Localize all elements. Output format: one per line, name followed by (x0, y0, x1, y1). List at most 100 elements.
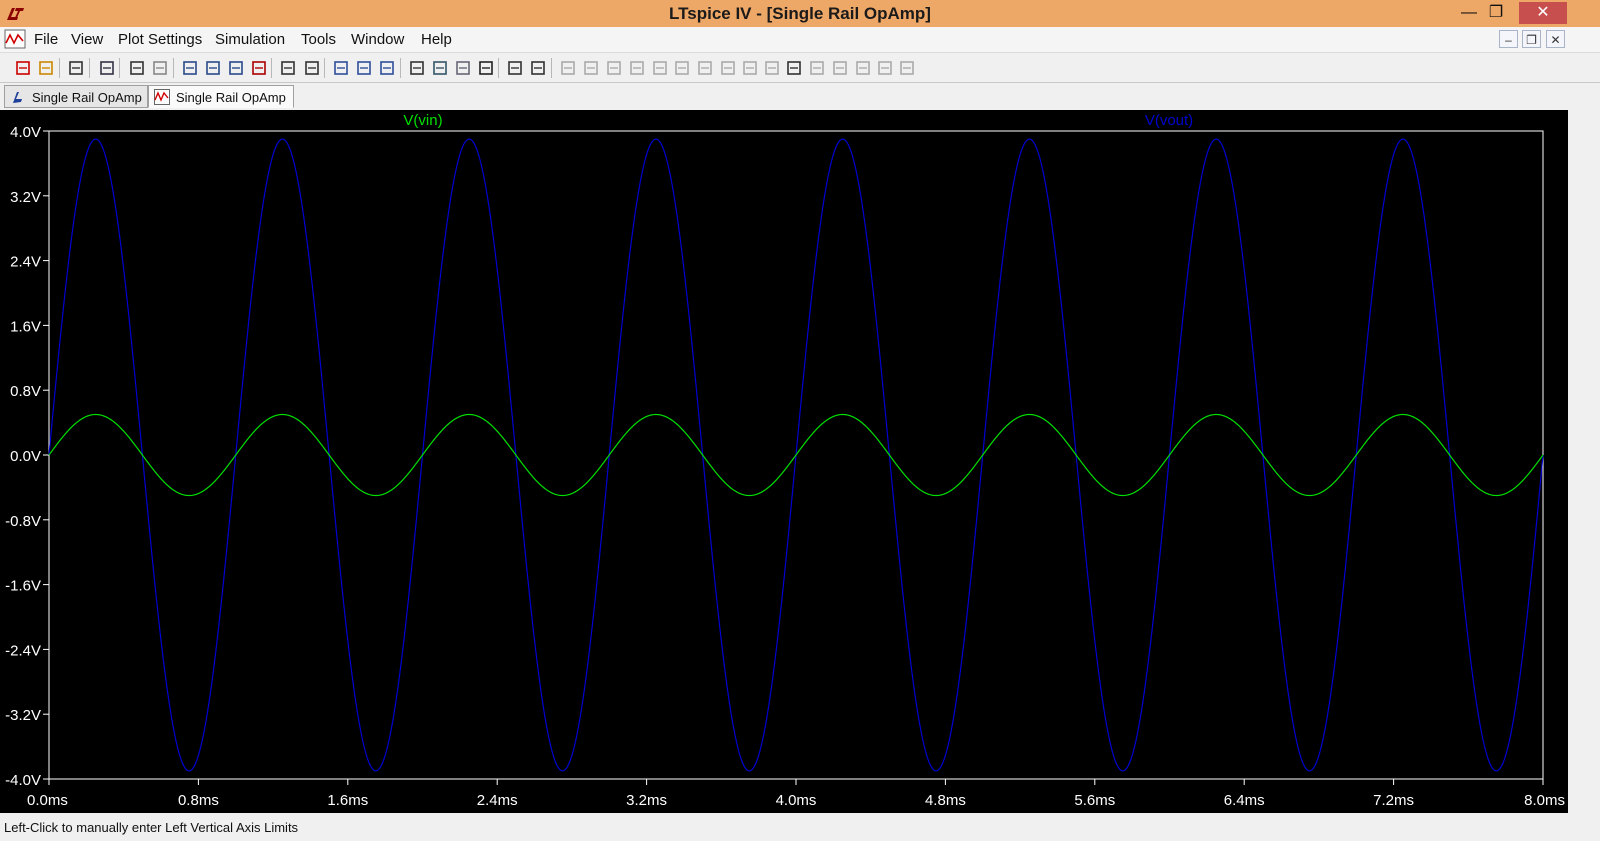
y-tick-label[interactable]: -2.4V (5, 642, 41, 659)
y-tick-label[interactable]: 0.8V (10, 383, 41, 400)
y-tick-label[interactable]: 3.2V (10, 189, 41, 206)
waveform-window-icon[interactable] (4, 29, 26, 49)
zoom-cancel-icon[interactable] (249, 58, 269, 78)
menu-window[interactable]: Window (351, 31, 404, 48)
cut-icon[interactable] (407, 58, 427, 78)
window-title: LTspice IV - [Single Rail OpAmp] (669, 4, 931, 23)
menu-simulation[interactable]: Simulation (215, 31, 285, 48)
menu-plot-settings[interactable]: Plot Settings (118, 31, 202, 48)
diode-icon[interactable] (695, 58, 715, 78)
title-bar: LTspice IV - [Single Rail OpAmp] — ❐ ✕ (0, 0, 1600, 27)
spice-directive-icon[interactable] (897, 58, 917, 78)
run-icon[interactable] (127, 58, 147, 78)
find-icon[interactable] (476, 58, 496, 78)
x-tick-label[interactable]: 3.2ms (626, 792, 667, 809)
text-icon[interactable] (875, 58, 895, 78)
trace-vin (48, 413, 1544, 497)
autorange-icon[interactable] (278, 58, 298, 78)
tile-horizontal-icon[interactable] (331, 58, 351, 78)
toolbar-separator (551, 58, 552, 78)
toolbar-separator (400, 58, 401, 78)
y-tick-label[interactable]: 2.4V (10, 254, 41, 271)
mdi-restore-button[interactable]: ❐ (1522, 30, 1541, 48)
paste-icon[interactable] (453, 58, 473, 78)
y-tick-label[interactable]: 0.0V (10, 448, 41, 465)
mdi-minimize-button[interactable]: – (1499, 30, 1518, 48)
tab-waveform-label: Single Rail OpAmp (176, 90, 286, 105)
maximize-window-button[interactable]: ❐ (1479, 2, 1513, 24)
halt-icon[interactable] (150, 58, 170, 78)
print-icon[interactable] (528, 58, 548, 78)
toolbar (0, 53, 1600, 83)
tab-waveform[interactable]: Single Rail OpAmp (148, 85, 294, 108)
status-bar: Left-Click to manually enter Left Vertic… (0, 814, 1600, 841)
x-tick-label[interactable]: 0.8ms (178, 792, 219, 809)
print-setup-icon[interactable] (505, 58, 525, 78)
toolbar-separator (271, 58, 272, 78)
menu-bar: File View Plot Settings Simulation Tools… (0, 27, 1600, 53)
move-icon[interactable] (740, 58, 760, 78)
ground-icon[interactable] (581, 58, 601, 78)
x-tick-label[interactable]: 2.4ms (477, 792, 518, 809)
trace-vin-label[interactable]: V(vin) (403, 112, 442, 129)
schematic-icon (13, 92, 22, 103)
y-tick-label[interactable]: 4.0V (10, 124, 41, 141)
zoom-in-icon[interactable] (180, 58, 200, 78)
resistor-icon[interactable] (627, 58, 647, 78)
menu-view[interactable]: View (71, 31, 103, 48)
label-net-icon[interactable] (604, 58, 624, 78)
menu-file[interactable]: File (34, 31, 58, 48)
y-tick-label[interactable]: -0.8V (5, 513, 41, 530)
cascade-icon[interactable] (354, 58, 374, 78)
x-tick-label[interactable]: 8.0ms (1524, 792, 1565, 809)
document-tabs: Single Rail OpAmp Single Rail OpAmp (0, 83, 1600, 109)
autoscale-icon[interactable] (302, 58, 322, 78)
toolbar-separator (119, 58, 120, 78)
waveform-plot-pane[interactable]: 4.0V 3.2V 2.4V 1.6V 0.8V 0.0V -0.8V -1.6V -2.4V -… (0, 110, 1568, 813)
x-tick-label[interactable]: 6.4ms (1224, 792, 1265, 809)
tile-vertical-icon[interactable] (377, 58, 397, 78)
window-edge (1568, 108, 1600, 814)
toolbar-separator (59, 58, 60, 78)
x-tick-label[interactable]: 4.0ms (776, 792, 817, 809)
waveform-icon (154, 89, 170, 105)
copy-icon[interactable] (430, 58, 450, 78)
zoom-out-icon[interactable] (226, 58, 246, 78)
zoom-area-icon[interactable] (203, 58, 223, 78)
mirror-icon[interactable] (853, 58, 873, 78)
mdi-close-button[interactable]: ✕ (1546, 30, 1565, 48)
y-tick-label[interactable]: -4.0V (5, 772, 41, 789)
capacitor-icon[interactable] (650, 58, 670, 78)
menu-help[interactable]: Help (421, 31, 452, 48)
menu-tools[interactable]: Tools (301, 31, 336, 48)
toolbar-separator (89, 58, 90, 78)
new-schematic-icon[interactable] (13, 58, 33, 78)
open-icon[interactable] (36, 58, 56, 78)
redo-icon[interactable] (807, 58, 827, 78)
x-tick-label[interactable]: 0.0ms (27, 792, 68, 809)
toolbar-separator (498, 58, 499, 78)
component-icon[interactable] (718, 58, 738, 78)
rotate-icon[interactable] (830, 58, 850, 78)
inductor-icon[interactable] (672, 58, 692, 78)
save-icon[interactable] (66, 58, 86, 78)
undo-icon[interactable] (784, 58, 804, 78)
y-tick-label[interactable]: -1.6V (5, 578, 41, 595)
tab-schematic-label: Single Rail OpAmp (32, 90, 142, 105)
tab-schematic[interactable]: Single Rail OpAmp (4, 85, 148, 108)
drag-icon[interactable] (762, 58, 782, 78)
toolbar-separator (173, 58, 174, 78)
wire-icon[interactable] (558, 58, 578, 78)
trace-vout-label[interactable]: V(vout) (1145, 112, 1193, 129)
toolbar-separator (324, 58, 325, 78)
x-tick-label[interactable]: 7.2ms (1373, 792, 1414, 809)
control-panel-icon[interactable] (97, 58, 117, 78)
y-tick-label[interactable]: -3.2V (5, 707, 41, 724)
x-tick-label[interactable]: 4.8ms (925, 792, 966, 809)
x-tick-label[interactable]: 5.6ms (1074, 792, 1115, 809)
close-window-button[interactable]: ✕ (1519, 2, 1567, 24)
waveform-chart[interactable]: 4.0V 3.2V 2.4V 1.6V 0.8V 0.0V -0.8V -1.6V -2.4V -… (0, 110, 1568, 813)
x-tick-label[interactable]: 1.6ms (327, 792, 368, 809)
y-tick-label[interactable]: 1.6V (10, 318, 41, 335)
status-text: Left-Click to manually enter Left Vertic… (4, 820, 299, 835)
